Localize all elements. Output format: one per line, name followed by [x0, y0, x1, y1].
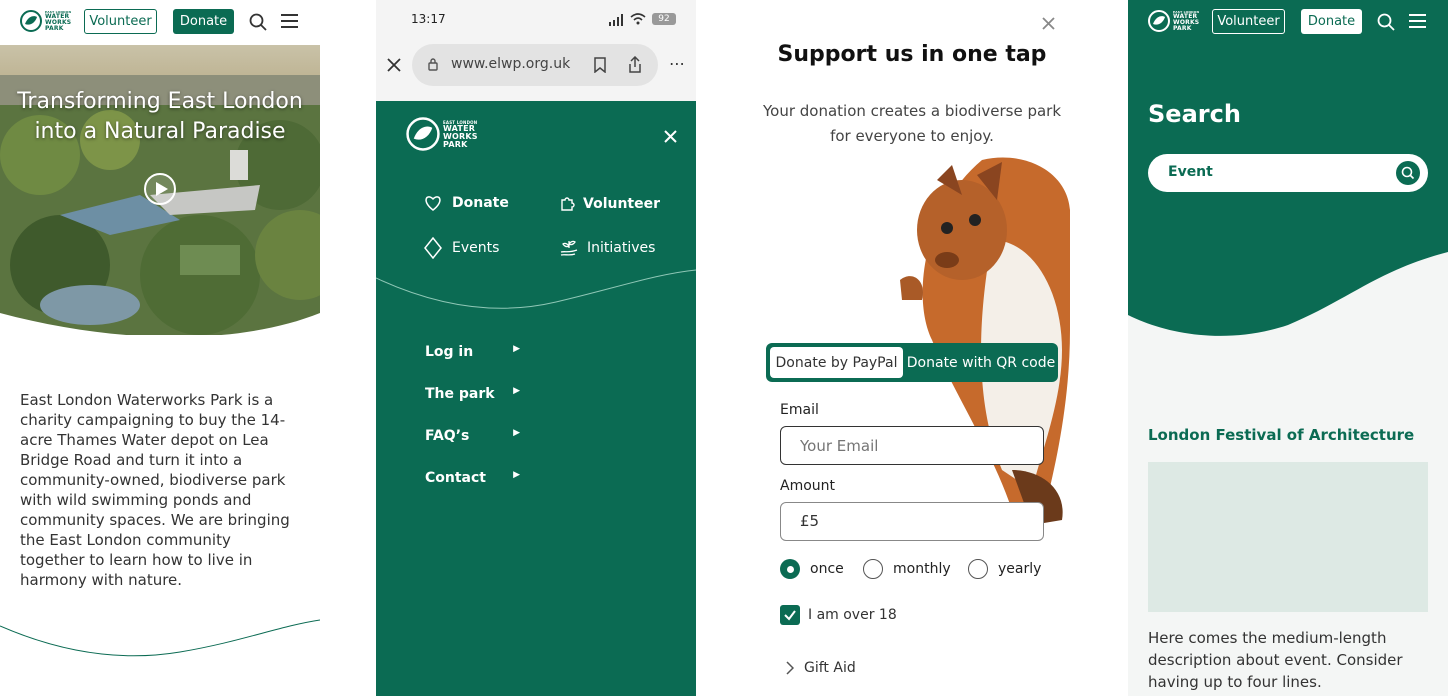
- caret-right-icon: ▶: [513, 386, 520, 396]
- search-input-value: Event: [1168, 164, 1213, 180]
- donate-button[interactable]: Donate: [173, 9, 234, 34]
- nav-menu: EAST LONDON WATER WORKS PARK Donate Volunt…: [376, 101, 696, 696]
- hero-image: Transforming East London into a Natural P…: [0, 45, 320, 335]
- quick-link-volunteer[interactable]: Volunteer: [559, 196, 660, 212]
- gift-aid-expander[interactable]: Gift Aid: [786, 660, 856, 676]
- more-options-icon[interactable]: ⋯: [669, 54, 686, 73]
- quick-link-label: Donate: [452, 195, 509, 211]
- quick-link-events[interactable]: Events: [424, 237, 499, 259]
- menu-link-login[interactable]: Log in ▶: [425, 344, 520, 360]
- checkbox-checked-icon[interactable]: [780, 605, 800, 625]
- menu-icon[interactable]: [1409, 10, 1426, 32]
- age-checkbox-row[interactable]: I am over 18: [780, 605, 897, 625]
- frequency-label: monthly: [893, 561, 951, 577]
- site-logo[interactable]: EAST LONDON WATER WORKS PARK: [1148, 10, 1199, 32]
- address-bar[interactable]: www.elwp.org.uk: [412, 44, 658, 86]
- close-menu-icon[interactable]: [664, 130, 677, 143]
- heart-icon: [425, 196, 441, 211]
- payment-tabs: Donate by PayPal Donate with QR code: [766, 343, 1058, 382]
- bookmark-icon[interactable]: [594, 57, 606, 73]
- menu-link-label: Log in: [425, 344, 474, 360]
- close-modal-icon[interactable]: [1042, 17, 1055, 30]
- hands-plant-icon: [560, 240, 578, 256]
- gift-aid-label: Gift Aid: [804, 660, 856, 676]
- signal-icon: [609, 14, 623, 26]
- logo-text: EAST LONDON WATER WORKS PARK: [443, 119, 478, 149]
- volunteer-button[interactable]: Volunteer: [1212, 9, 1285, 34]
- caret-right-icon: ▶: [513, 470, 520, 480]
- menu-icon[interactable]: [281, 10, 298, 32]
- quick-link-label: Initiatives: [587, 240, 656, 256]
- frequency-once[interactable]: once: [780, 559, 844, 579]
- battery-indicator: 92: [652, 13, 676, 25]
- logo-text: EAST LONDON WATER WORKS PARK: [1173, 10, 1200, 32]
- search-icon[interactable]: [1377, 13, 1395, 31]
- wave-divider: [0, 619, 320, 657]
- leaf-logo-icon: [20, 10, 42, 32]
- quick-link-label: Events: [452, 240, 500, 256]
- logo-text: EAST LONDON WATER WORKS PARK: [45, 10, 72, 32]
- tab-qr-code[interactable]: Donate with QR code: [906, 347, 1056, 378]
- mobile-menu-panel: 13:17 92 www.elwp.org.uk ⋯ EAST LONDON W…: [376, 0, 696, 696]
- radio-selected[interactable]: [780, 559, 800, 579]
- modal-title: Support us in one tap: [777, 42, 1047, 67]
- search-input[interactable]: Event: [1148, 154, 1428, 192]
- quick-link-initiatives[interactable]: Initiatives: [559, 238, 655, 258]
- frequency-monthly[interactable]: monthly: [863, 559, 951, 579]
- search-title: Search: [1148, 100, 1241, 128]
- frequency-label: once: [810, 561, 844, 577]
- homepage-panel: EAST LONDON WATER WORKS PARK Volunteer Don…: [0, 0, 320, 696]
- quick-link-label: Volunteer: [583, 196, 661, 212]
- search-submit-icon[interactable]: [1396, 161, 1420, 185]
- intro-paragraph: East London Waterworks Park is a charity…: [20, 391, 290, 589]
- radio-unselected[interactable]: [863, 559, 883, 579]
- leaf-logo-icon: [406, 117, 440, 151]
- result-title[interactable]: London Festival of Architecture: [1148, 426, 1414, 444]
- url-text: www.elwp.org.uk: [451, 56, 571, 72]
- tab-paypal[interactable]: Donate by PayPal: [770, 347, 903, 378]
- search-icon[interactable]: [249, 13, 267, 31]
- age-check-label: I am over 18: [808, 607, 897, 623]
- amount-label: Amount: [780, 478, 836, 494]
- site-logo[interactable]: EAST LONDON WATER WORKS PARK: [20, 10, 71, 32]
- email-field[interactable]: [780, 426, 1044, 465]
- close-tab-icon[interactable]: [387, 58, 401, 72]
- donation-modal-panel: Support us in one tap Your donation crea…: [696, 0, 1128, 696]
- caret-right-icon: ▶: [513, 428, 520, 438]
- play-video-icon[interactable]: [143, 172, 177, 206]
- chevron-right-icon: [786, 661, 794, 675]
- frequency-label: yearly: [998, 561, 1042, 577]
- share-icon[interactable]: [628, 56, 642, 73]
- menu-logo[interactable]: EAST LONDON WATER WORKS PARK: [406, 117, 478, 151]
- menu-link-label: Contact: [425, 470, 486, 486]
- menu-link-label: The park: [425, 386, 495, 402]
- leaf-logo-icon: [1148, 10, 1170, 32]
- caret-right-icon: ▶: [513, 344, 520, 354]
- amount-field[interactable]: £5: [780, 502, 1044, 541]
- lock-icon: [428, 58, 438, 71]
- donate-button[interactable]: Donate: [1301, 9, 1362, 34]
- menu-wave-divider: [376, 269, 696, 309]
- status-time: 13:17: [411, 12, 446, 26]
- result-image-placeholder[interactable]: [1148, 462, 1428, 612]
- radio-unselected[interactable]: [968, 559, 988, 579]
- puzzle-icon: [561, 197, 575, 211]
- search-panel: EAST LONDON WATER WORKS PARK Volunteer Don…: [1128, 0, 1448, 696]
- squirrel-illustration: [900, 157, 1070, 525]
- modal-subtitle: Your donation creates a biodiverse park f…: [762, 102, 1062, 145]
- volunteer-button[interactable]: Volunteer: [84, 9, 157, 34]
- email-label: Email: [780, 402, 819, 418]
- menu-link-label: FAQ’s: [425, 428, 470, 444]
- frequency-yearly[interactable]: yearly: [968, 559, 1041, 579]
- diamond-icon: [424, 237, 442, 259]
- menu-link-the-park[interactable]: The park ▶: [425, 386, 520, 402]
- menu-link-contact[interactable]: Contact ▶: [425, 470, 520, 486]
- hero-title: Transforming East London into a Natural P…: [17, 89, 303, 144]
- wifi-icon: [630, 13, 646, 25]
- menu-link-faqs[interactable]: FAQ’s ▶: [425, 428, 520, 444]
- result-description: Here comes the medium-length description…: [1148, 629, 1403, 691]
- quick-link-donate[interactable]: Donate: [424, 195, 509, 211]
